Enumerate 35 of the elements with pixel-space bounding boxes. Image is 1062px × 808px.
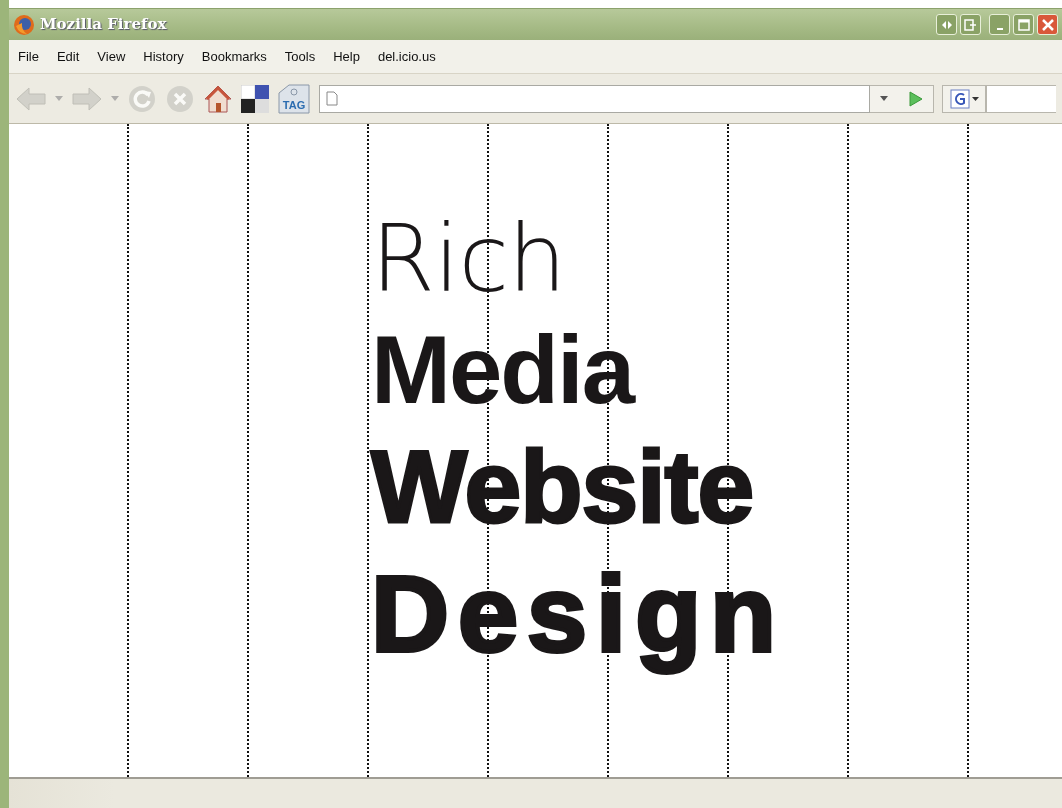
exit-icon (964, 18, 977, 31)
menu-item[interactable]: File (9, 46, 48, 67)
menu-item[interactable]: History (134, 46, 193, 67)
close-button[interactable] (1037, 14, 1058, 35)
arrows-button[interactable] (936, 14, 957, 35)
menu-item[interactable]: Tools (275, 46, 325, 67)
search-field[interactable] (986, 84, 1056, 113)
headline-line: Rich (371, 214, 567, 306)
globe-icon (13, 13, 35, 36)
search-engine-button[interactable] (942, 84, 986, 113)
menu-item[interactable]: Bookmarks (192, 46, 276, 67)
menu-item[interactable]: Edit (47, 46, 89, 67)
maximize-icon (1017, 18, 1030, 31)
headline-line: Website (371, 436, 755, 538)
tag-icon[interactable]: TAG (277, 82, 311, 115)
headline-line: Design (371, 552, 786, 676)
headline-line: Media (371, 322, 636, 418)
dropdown-icon[interactable] (880, 96, 889, 101)
caret-icon (971, 96, 979, 101)
menu-item[interactable]: del.icio.us (368, 46, 445, 67)
home-icon[interactable] (203, 83, 233, 114)
maximize-button[interactable] (1013, 14, 1034, 35)
menu-item[interactable]: Help (324, 46, 369, 67)
window-title: Mozilla Firefox (40, 14, 167, 36)
address-field[interactable] (319, 84, 870, 113)
page-icon (326, 91, 338, 106)
menu-item[interactable]: View (88, 46, 135, 67)
minimize-icon (996, 27, 1003, 30)
g-logo-icon (949, 88, 970, 109)
close-icon (1041, 18, 1054, 31)
arrows-icon (940, 19, 953, 30)
go-icon[interactable] (908, 90, 923, 107)
exit-button[interactable] (960, 14, 981, 35)
squares-icon[interactable] (241, 84, 269, 113)
minimize-button[interactable] (989, 14, 1010, 35)
